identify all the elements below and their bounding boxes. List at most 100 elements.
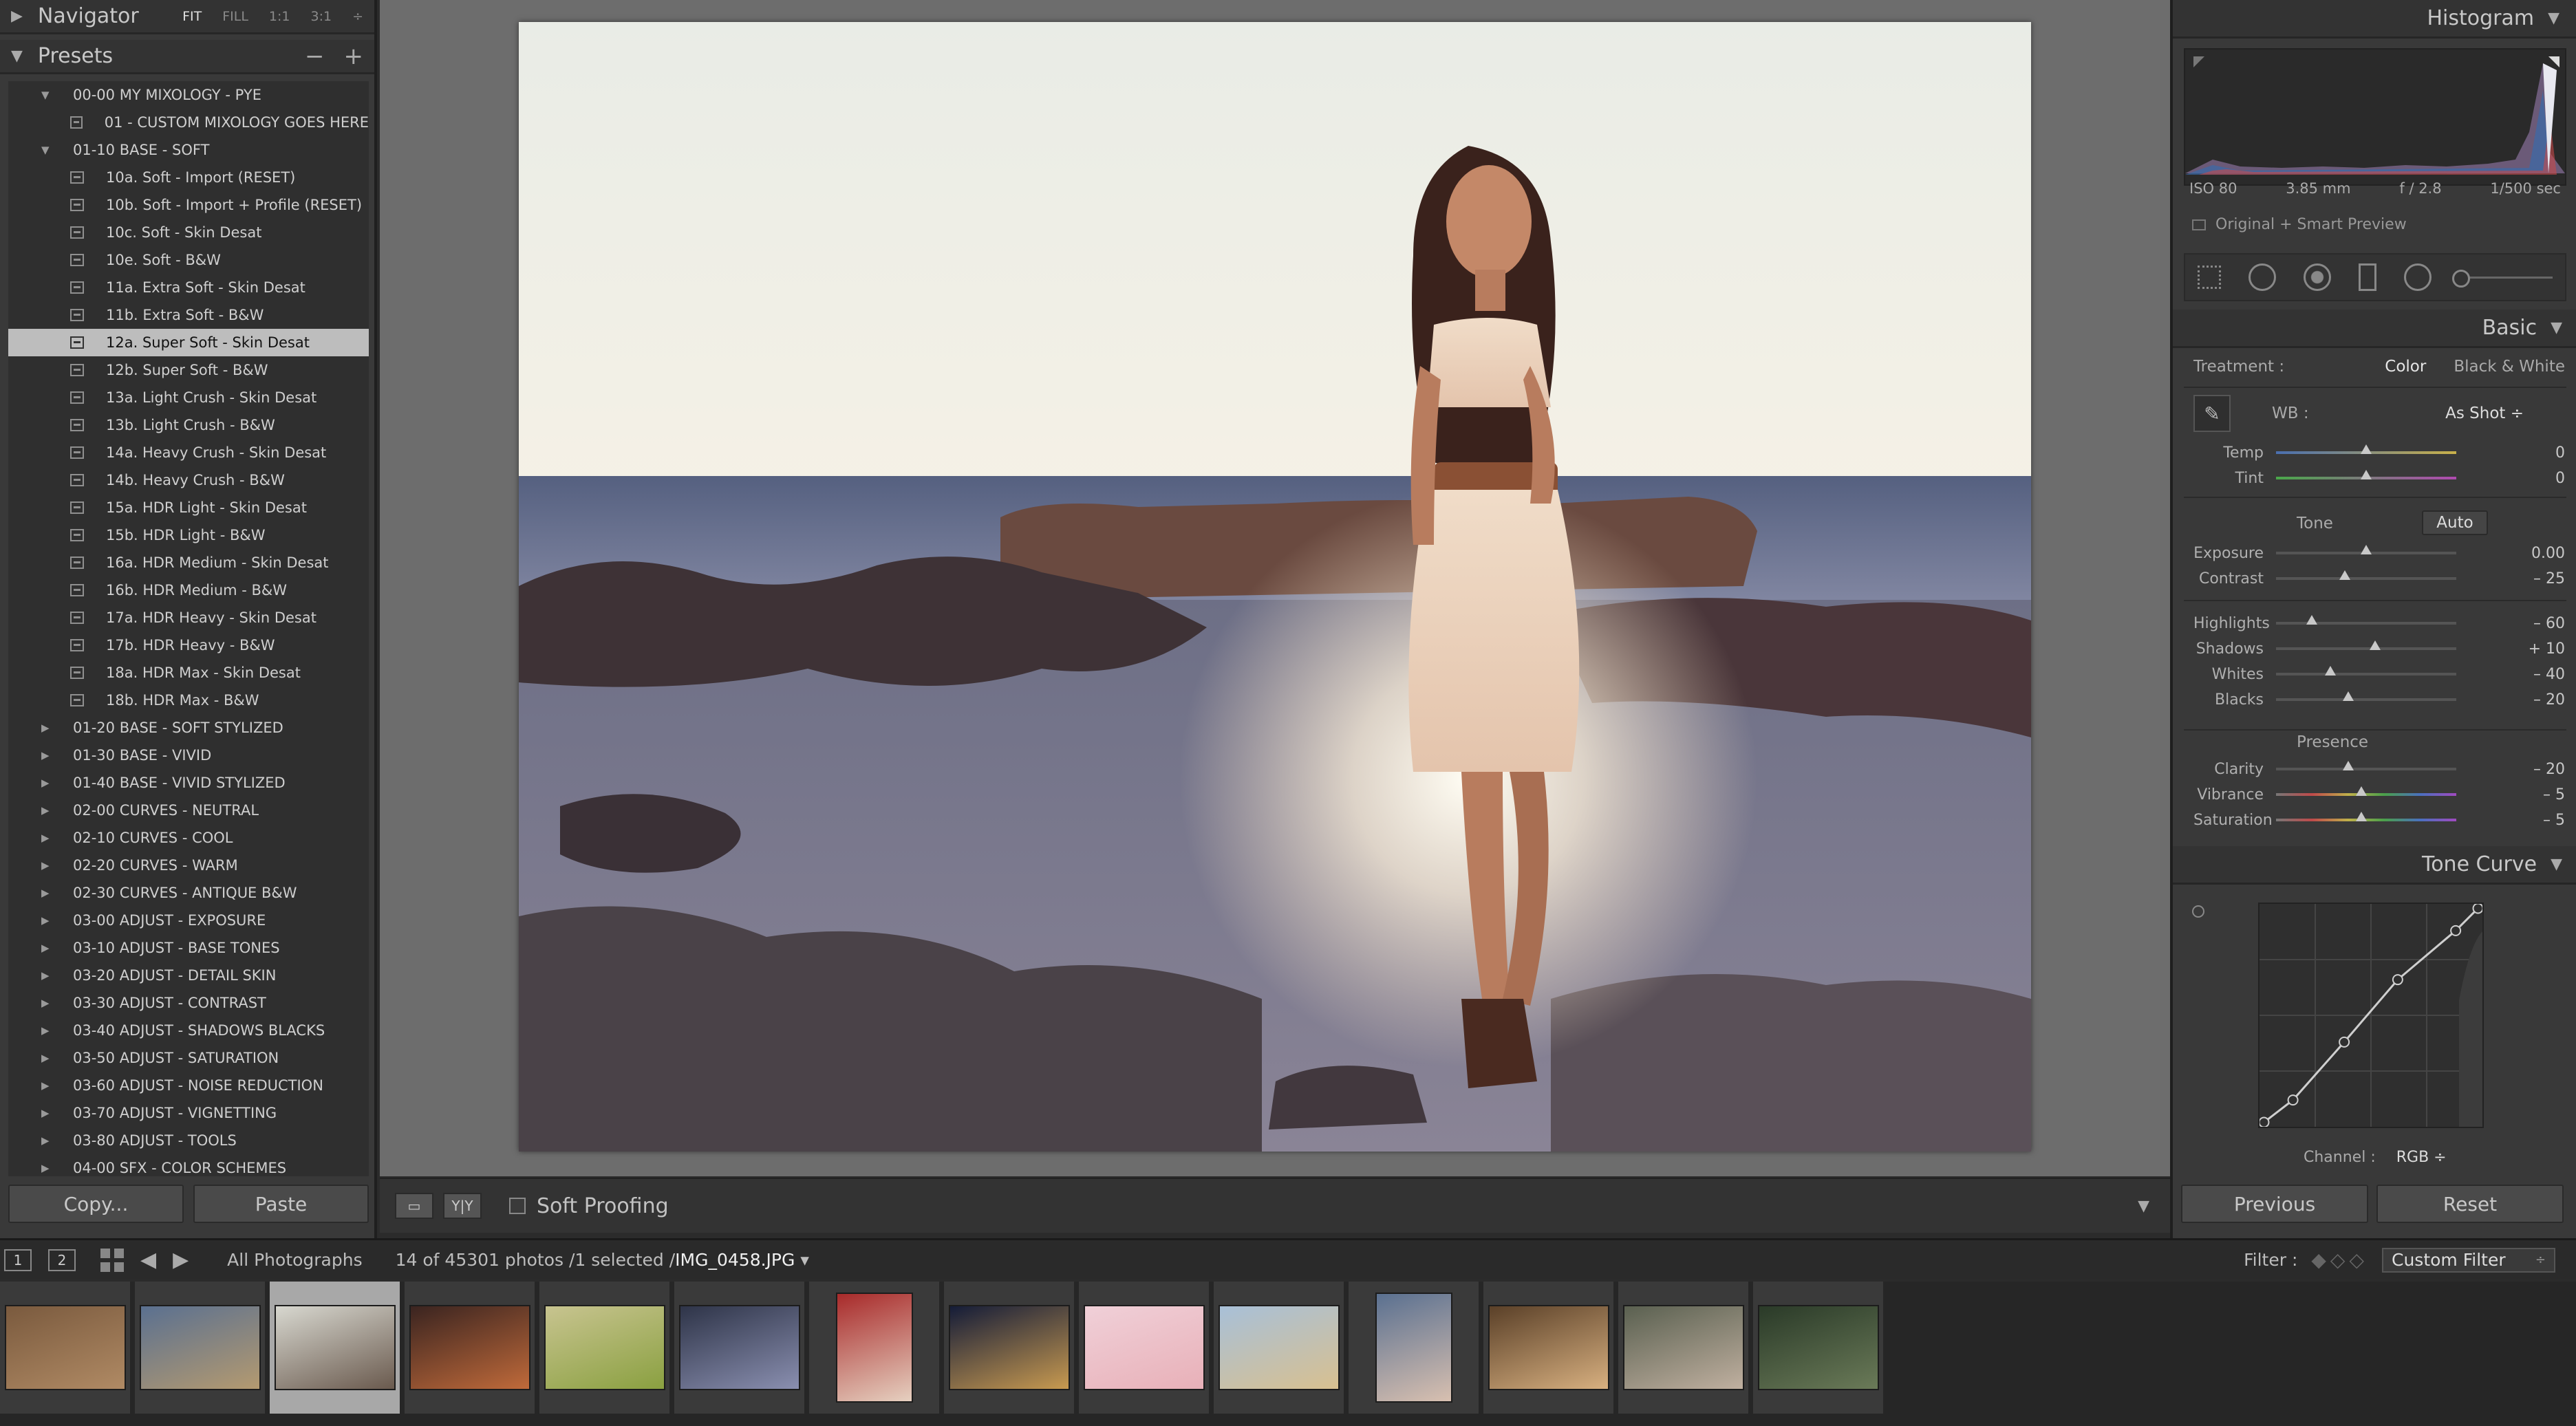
tint-value[interactable]: 0 [2517,470,2565,487]
preset-item[interactable]: 15a. HDR Light - Skin Desat [8,494,369,521]
toolbar-menu-chevron-icon[interactable]: ▼ [2138,1198,2149,1215]
exposure-value[interactable]: 0.00 [2517,545,2565,562]
collapse-triangle-icon[interactable]: ▼ [2551,856,2562,873]
preset-item[interactable]: 12a. Super Soft - Skin Desat [8,329,369,356]
folder-closed-triangle-icon[interactable]: ▶ [41,777,55,789]
filmstrip-thumbnail[interactable] [0,1282,132,1414]
previous-button[interactable]: Previous [2181,1185,2368,1223]
radial-filter-icon[interactable] [2404,263,2432,291]
loupe-view-button[interactable]: ▭ [395,1193,433,1219]
folder-closed-triangle-icon[interactable]: ▶ [41,997,55,1009]
zoom-more[interactable]: ÷ [352,9,363,24]
shadows-value[interactable]: + 10 [2517,640,2565,658]
clarity-slider[interactable] [2276,761,2456,770]
blacks-value[interactable]: – 20 [2517,691,2565,709]
folder-closed-triangle-icon[interactable]: ▶ [41,722,55,734]
blacks-slider-thumb[interactable] [2342,691,2354,701]
treatment-color[interactable]: Color [2385,358,2426,376]
graduated-filter-icon[interactable] [2359,263,2376,291]
presets-header[interactable]: ▼ Presets − + [0,40,374,74]
blacks-slider[interactable] [2276,691,2456,701]
reset-button[interactable]: Reset [2376,1185,2564,1223]
preset-folder[interactable]: ▶ 03-00 ADJUST - EXPOSURE [8,907,369,934]
preset-folder[interactable]: ▶ 02-20 CURVES - WARM [8,852,369,879]
preset-folder[interactable]: ▶ 03-70 ADJUST - VIGNETTING [8,1099,369,1127]
curve-point[interactable] [2287,1094,2299,1106]
source-label[interactable]: All Photographs [227,1250,362,1270]
preset-folder[interactable]: ▼ 00-00 MY MIXOLOGY - PYE [8,81,369,109]
filmstrip-thumbnail[interactable] [809,1282,941,1414]
highlights-slider[interactable] [2276,615,2456,625]
soft-proofing-checkbox[interactable] [509,1198,526,1214]
contrast-value[interactable]: – 25 [2517,570,2565,587]
preset-item[interactable]: 10e. Soft - B&W [8,246,369,274]
paste-button[interactable]: Paste [193,1185,369,1223]
filename-dropdown-icon[interactable]: ▾ [800,1250,809,1270]
treatment-bw[interactable]: Black & White [2454,358,2565,376]
filmstrip-thumbnail[interactable] [270,1282,402,1414]
preset-folder[interactable]: ▶ 03-20 ADJUST - DETAIL SKIN [8,962,369,989]
folder-closed-triangle-icon[interactable]: ▶ [41,969,55,982]
filmstrip-thumbnail[interactable] [1753,1282,1885,1414]
curve-point[interactable] [2258,1116,2270,1128]
wb-select[interactable]: As Shot ÷ [2445,404,2524,422]
curve-point[interactable] [2392,974,2403,986]
filmstrip-thumbnail[interactable] [1079,1282,1211,1414]
vibrance-slider[interactable] [2276,786,2456,796]
preset-folder[interactable]: ▶ 03-30 ADJUST - CONTRAST [8,989,369,1017]
filmstrip-thumbnail[interactable] [1618,1282,1750,1414]
filmstrip-thumbnail[interactable] [1214,1282,1346,1414]
filmstrip-thumbnail[interactable] [1483,1282,1616,1414]
vibrance-slider-thumb[interactable] [2356,786,2368,796]
tone-curve-header[interactable]: Tone Curve ▼ [2173,846,2576,885]
preset-folder[interactable]: ▶ 01-40 BASE - VIVID STYLIZED [8,769,369,797]
compare-view-button[interactable]: Y|Y [443,1193,482,1219]
folder-closed-triangle-icon[interactable]: ▶ [41,1107,55,1119]
adjustment-brush-icon[interactable] [2452,269,2553,288]
filter-select[interactable]: Custom Filter ÷ [2382,1247,2555,1273]
shadows-slider-thumb[interactable] [2370,640,2381,650]
saturation-slider[interactable] [2276,812,2456,821]
histogram-graph[interactable] [2184,48,2566,186]
filmstrip-thumbnail[interactable] [405,1282,537,1414]
histogram-header[interactable]: Histogram ▼ [2173,0,2576,39]
contrast-slider-thumb[interactable] [2339,570,2350,580]
folder-closed-triangle-icon[interactable]: ▶ [41,887,55,899]
exposure-slider-thumb[interactable] [2361,545,2372,554]
preset-item[interactable]: 13a. Light Crush - Skin Desat [8,384,369,411]
preset-item[interactable]: 11b. Extra Soft - B&W [8,301,369,329]
preset-folder[interactable]: ▶ 01-30 BASE - VIVID [8,742,369,769]
tint-slider[interactable] [2276,470,2456,479]
basic-header[interactable]: Basic ▼ [2173,310,2576,348]
tint-slider-thumb[interactable] [2361,470,2372,479]
clarity-slider-thumb[interactable] [2342,761,2354,770]
folder-closed-triangle-icon[interactable]: ▶ [41,859,55,872]
whites-slider[interactable] [2276,666,2456,676]
remove-preset-button[interactable]: − [305,43,325,70]
preset-item[interactable]: 14b. Heavy Crush - B&W [8,466,369,494]
curve-point[interactable] [2472,903,2484,914]
whites-value[interactable]: – 40 [2517,666,2565,683]
zoom-fit[interactable]: FIT [182,9,202,24]
folder-closed-triangle-icon[interactable]: ▶ [41,1134,55,1147]
folder-closed-triangle-icon[interactable]: ▶ [41,1024,55,1037]
photo-count[interactable]: 14 of 45301 photos /1 selected /IMG_0458… [396,1250,809,1270]
navigator-header[interactable]: ▶ Navigator FIT FILL 1:1 3:1 ÷ [0,0,374,34]
zoom-3-1[interactable]: 3:1 [311,9,332,24]
main-photo[interactable] [519,22,2031,1152]
folder-closed-triangle-icon[interactable]: ▶ [41,1052,55,1064]
preset-list[interactable]: ▼ 00-00 MY MIXOLOGY - PYE 01 - CUSTOM MIXO… [8,81,369,1176]
folder-closed-triangle-icon[interactable]: ▶ [41,804,55,817]
preset-item[interactable]: 13b. Light Crush - B&W [8,411,369,439]
grid-view-icon[interactable] [100,1248,124,1272]
forward-arrow-icon[interactable]: ▶ [173,1248,189,1272]
curve-point[interactable] [2339,1036,2350,1048]
preset-folder[interactable]: ▶ 03-50 ADJUST - SATURATION [8,1044,369,1072]
preset-item[interactable]: 16a. HDR Medium - Skin Desat [8,549,369,576]
collapse-triangle-icon[interactable]: ▼ [2548,10,2559,27]
targeted-adjustment-icon[interactable] [2192,905,2204,918]
preset-item[interactable]: 17a. HDR Heavy - Skin Desat [8,604,369,631]
folder-closed-triangle-icon[interactable]: ▶ [41,1162,55,1174]
preset-item[interactable]: 18b. HDR Max - B&W [8,687,369,714]
folder-open-triangle-icon[interactable]: ▼ [41,89,55,101]
